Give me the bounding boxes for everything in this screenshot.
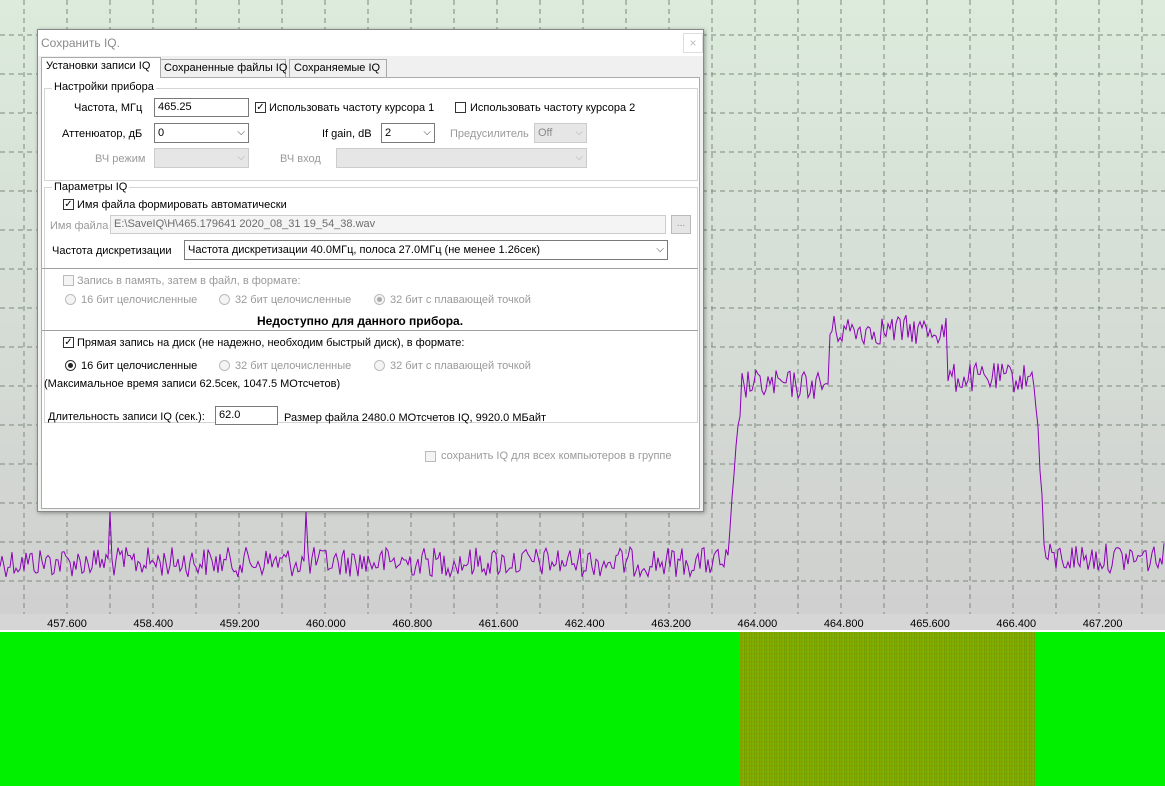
unavailable-note: Недоступно для данного прибора. [257, 314, 464, 328]
device-settings-label: Настройки прибора [52, 81, 156, 93]
waterfall-display[interactable] [0, 632, 1165, 786]
x-axis-tick-label: 464.000 [738, 618, 778, 630]
memory-format-label-16int: 16 бит целочисленные [81, 294, 198, 306]
waterfall-signal-texture [740, 632, 1035, 786]
rf-input-label: ВЧ вход [280, 153, 321, 165]
rf-input-select[interactable]: ⌵ [336, 148, 587, 168]
preamp-value: Off [538, 127, 553, 139]
rf-mode-label: ВЧ режим [95, 153, 146, 165]
x-axis-tick-label: 462.400 [565, 618, 605, 630]
chevron-down-icon: ⌵ [423, 127, 431, 138]
x-axis-tick-label: 460.800 [392, 618, 432, 630]
memory-format-radio-32int[interactable] [219, 294, 230, 305]
tab-saved-files[interactable]: Сохраненные файлы IQ [159, 59, 287, 77]
x-axis-tick-label: 461.600 [479, 618, 519, 630]
auto-filename-label: Имя файла формировать автоматически [77, 199, 287, 211]
if-gain-select[interactable]: 2 ⌵ [381, 123, 435, 143]
auto-filename-checkbox[interactable]: ✓ [63, 199, 74, 210]
x-axis-tick-label: 457.600 [47, 618, 87, 630]
duration-label: Длительность записи IQ (сек.): [48, 411, 205, 423]
x-axis-tick-label: 466.400 [996, 618, 1036, 630]
disk-record-checkbox[interactable]: ✓ [63, 337, 74, 348]
chevron-down-icon: ⌵ [237, 127, 245, 138]
memory-format-radio-16int[interactable] [65, 294, 76, 305]
disk-format-radio-32float[interactable] [374, 360, 385, 371]
iq-params-label: Параметры IQ [52, 181, 130, 193]
attenuator-value: 0 [158, 127, 165, 139]
close-icon[interactable]: × [683, 33, 703, 53]
chevron-down-icon: ⌵ [237, 152, 245, 163]
x-axis-tick-label: 465.600 [910, 618, 950, 630]
file-size-note: Размер файла 2480.0 МОтсчетов IQ, 9920.0… [284, 412, 547, 424]
tab-panel-record-settings: Настройки прибора Частота, МГц 465.25 ✓ … [41, 77, 700, 509]
duration-input[interactable]: 62.0 [215, 406, 278, 425]
chevron-down-icon: ⌵ [575, 127, 583, 138]
x-axis-tick-label: 467.200 [1083, 618, 1123, 630]
memory-format-radio-32float[interactable] [374, 294, 385, 305]
sample-rate-value: Частота дискретизации 40.0МГц, полоса 27… [188, 244, 541, 256]
x-axis-tick-label: 460.000 [306, 618, 346, 630]
x-axis-tick-label: 459.200 [220, 618, 260, 630]
chevron-down-icon: ⌵ [656, 244, 664, 255]
filename-input[interactable]: E:\SaveIQ\H\465.179641 2020_08_31 19_54_… [110, 215, 666, 234]
attenuator-label: Аттенюатор, дБ [62, 128, 143, 140]
disk-format-label-16int: 16 бит целочисленные [81, 360, 198, 372]
max-time-note: (Максимальное время записи 62.5сек, 1047… [44, 378, 341, 390]
preamp-select[interactable]: Off ⌵ [534, 123, 587, 143]
tab-record-settings[interactable]: Установки записи IQ [41, 57, 161, 78]
if-gain-value: 2 [385, 127, 392, 139]
attenuator-select[interactable]: 0 ⌵ [154, 123, 249, 143]
disk-record-label: Прямая запись на диск (не надежно, необх… [77, 337, 465, 349]
radio-selected-dot [377, 297, 382, 302]
checkmark-icon: ✓ [64, 199, 73, 210]
x-axis-tick-label: 458.400 [133, 618, 173, 630]
dialog-titlebar[interactable]: Сохранить IQ. × [38, 30, 703, 56]
memory-format-label-32float: 32 бит с плавающей точкой [390, 294, 531, 306]
save-all-group-checkbox[interactable] [425, 451, 436, 462]
use-cursor1-checkbox[interactable]: ✓ [255, 102, 266, 113]
disk-format-radio-32int[interactable] [219, 360, 230, 371]
x-axis-tick-label: 463.200 [651, 618, 691, 630]
disk-format-label-32float: 32 бит с плавающей точкой [390, 360, 531, 372]
sample-rate-label: Частота дискретизации [52, 245, 172, 257]
radio-selected-dot [68, 363, 73, 368]
filename-label: Имя файла [50, 220, 109, 232]
dialog-title: Сохранить IQ. [41, 36, 120, 50]
sample-rate-select[interactable]: Частота дискретизации 40.0МГц, полоса 27… [184, 240, 668, 260]
memory-format-label-32int: 32 бит целочисленные [235, 294, 352, 306]
x-axis-tick-label: 464.800 [824, 618, 864, 630]
divider [42, 330, 698, 331]
save-iq-dialog: Сохранить IQ. × Установки записи IQ Сохр… [37, 29, 704, 512]
frequency-label: Частота, МГц [74, 102, 143, 114]
save-all-group-label: сохранить IQ для всех компьютеров в груп… [441, 450, 672, 462]
use-cursor1-label: Использовать частоту курсора 1 [269, 102, 435, 114]
use-cursor2-label: Использовать частоту курсора 2 [470, 102, 636, 114]
chevron-down-icon: ⌵ [575, 152, 583, 163]
checkmark-icon: ✓ [64, 337, 73, 348]
if-gain-label: If gain, dB [322, 128, 372, 140]
preamp-label: Предусилитель [450, 128, 529, 140]
checkmark-icon: ✓ [256, 102, 265, 113]
memory-record-label: Запись в память, затем в файл, в формате… [77, 275, 301, 287]
divider [42, 268, 698, 269]
rf-mode-select[interactable]: ⌵ [154, 148, 249, 168]
disk-format-label-32int: 32 бит целочисленные [235, 360, 352, 372]
memory-record-checkbox[interactable] [63, 275, 74, 286]
use-cursor2-checkbox[interactable] [455, 102, 466, 113]
disk-format-radio-16int[interactable] [65, 360, 76, 371]
frequency-input[interactable]: 465.25 [154, 98, 249, 117]
tab-saving-iq[interactable]: Сохраняемые IQ [289, 59, 387, 77]
browse-button[interactable]: ... [671, 215, 691, 234]
